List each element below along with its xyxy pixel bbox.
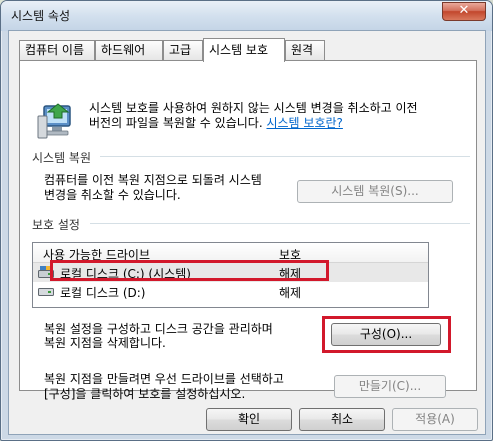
system-restore-divider xyxy=(100,156,470,157)
tab-computer-name[interactable]: 컴퓨터 이름 xyxy=(19,40,95,60)
intro-line-1: 시스템 보호를 사용하여 원하지 않는 시스템 변경을 취소하고 이전 xyxy=(89,101,418,115)
restore-description-line-2: 변경을 취소할 수 있습니다. xyxy=(44,188,181,202)
restore-description-line-1: 컴퓨터를 이전 복원 지점으로 되돌려 시스템 xyxy=(44,173,262,187)
tab-remote[interactable]: 원격 xyxy=(285,40,325,60)
system-protection-panel: 시스템 보호를 사용하여 원하지 않는 시스템 변경을 취소하고 이전 버전의 … xyxy=(19,60,477,401)
system-protection-icon xyxy=(37,103,71,139)
cancel-button[interactable]: 취소 xyxy=(299,408,385,431)
system-properties-window: 시스템 속성 ✕ 컴퓨터 이름 하드웨어 고급 시스템 보호 원격 시스템 보호… xyxy=(0,0,493,441)
drive-protection-status: 해제 xyxy=(279,286,302,300)
configure-description-line-2: 복원 지점을 삭제합니다. xyxy=(44,336,166,350)
intro-line-2-text: 버전의 파일을 복원할 수 있습니다. xyxy=(89,116,263,130)
system-restore-button[interactable]: 시스템 복원(S)... xyxy=(297,180,453,203)
close-button[interactable]: ✕ xyxy=(442,2,486,21)
create-description-line-2: [구성]을 클릭하여 보호를 설정하십시오. xyxy=(44,387,246,401)
tab-hardware[interactable]: 하드웨어 xyxy=(95,40,163,60)
tab-advanced[interactable]: 고급 xyxy=(163,40,203,60)
create-description-line-1: 복원 지점을 만들려면 우선 드라이브를 선택하고 xyxy=(44,372,284,386)
protection-settings-group-label: 보호 설정 xyxy=(32,218,80,232)
intro-line-2: 버전의 파일을 복원할 수 있습니다. 시스템 보호란? xyxy=(89,116,343,130)
protection-settings-divider xyxy=(90,223,470,224)
title-bar[interactable]: 시스템 속성 ✕ xyxy=(1,1,492,31)
drive-c-highlight xyxy=(50,260,329,281)
system-protection-help-link[interactable]: 시스템 보호란? xyxy=(266,116,342,130)
drive-icon xyxy=(38,288,54,296)
apply-button[interactable]: 적용(A) xyxy=(392,408,478,431)
system-restore-group-label: 시스템 복원 xyxy=(32,151,92,165)
drive-row-d[interactable]: 로컬 디스크 (D:) 해제 xyxy=(33,282,428,301)
drive-name: 로컬 디스크 (D:) xyxy=(60,286,146,300)
create-button[interactable]: 만들기(C)... xyxy=(334,375,446,398)
ok-button[interactable]: 확인 xyxy=(206,408,292,431)
configure-button-highlight xyxy=(322,316,451,353)
tab-system-protection[interactable]: 시스템 보호 xyxy=(203,38,285,62)
window-title: 시스템 속성 xyxy=(11,9,71,23)
dialog-client-area: 컴퓨터 이름 하드웨어 고급 시스템 보호 원격 시스템 보호를 사용하여 원하… xyxy=(8,30,486,435)
configure-description-line-1: 복원 설정을 구성하고 디스크 공간을 관리하며 xyxy=(44,322,273,336)
